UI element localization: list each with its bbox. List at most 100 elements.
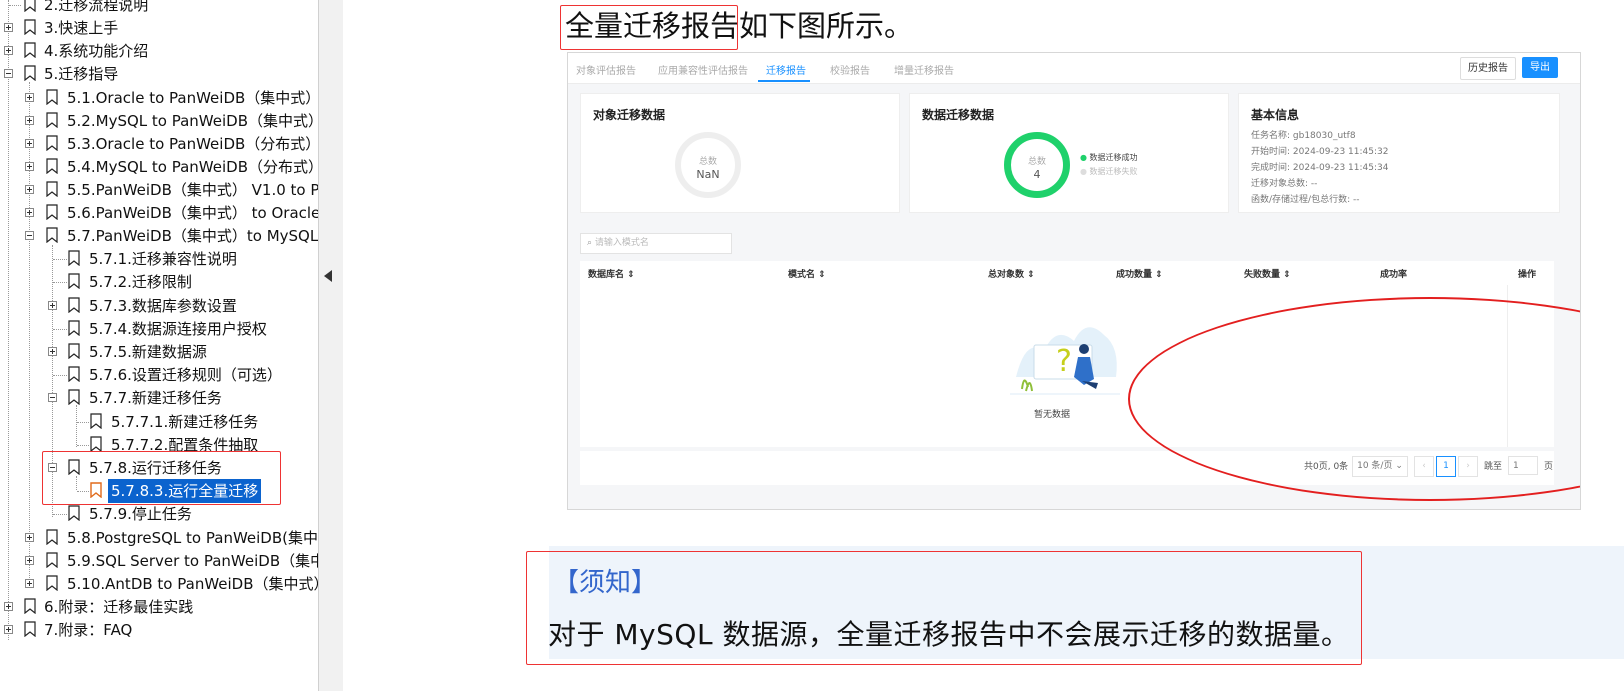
- bookmark-icon: [46, 112, 58, 128]
- column-header[interactable]: 模式名 ⇕: [788, 267, 826, 280]
- bookmark-icon: [24, 19, 36, 35]
- expand-icon[interactable]: [4, 602, 13, 611]
- object-migration-card: 对象迁移数据 总数 NaN: [580, 93, 900, 213]
- bookmark-item[interactable]: 5.7.7.1.新建迁移任务: [0, 410, 318, 434]
- expand-icon[interactable]: [25, 185, 34, 194]
- collapse-panel-icon[interactable]: [324, 270, 332, 282]
- bookmark-icon: [68, 389, 80, 405]
- tab-migration-report[interactable]: 迁移报告: [766, 62, 806, 77]
- bookmark-label: 5.7.PanWeiDB（集中式）to MySQL: [67, 227, 318, 245]
- bookmark-item[interactable]: 5.7.7.新建迁移任务: [0, 386, 318, 410]
- bookmark-item[interactable]: 5.7.2.迁移限制: [0, 270, 318, 294]
- bookmark-item[interactable]: 6.附录：迁移最佳实践: [0, 595, 318, 619]
- schema-search-input[interactable]: ⌕ 请输入模式名: [580, 233, 732, 254]
- bookmark-item[interactable]: 5.7.3.数据库参数设置: [0, 294, 318, 318]
- expand-icon[interactable]: [25, 139, 34, 148]
- bookmark-item[interactable]: 2.迁移流程说明: [0, 0, 318, 17]
- bookmark-item[interactable]: 5.8.PostgreSQL to PanWeiDB(集中式): [0, 526, 318, 550]
- object-donut: 总数 NaN: [675, 132, 741, 198]
- column-header[interactable]: 失败数量 ⇕: [1244, 267, 1291, 280]
- bookmark-item[interactable]: 5.10.AntDB to PanWeiDB（集中式）: [0, 572, 318, 596]
- info-line: 开始时间: 2024-09-23 11:45:32: [1251, 147, 1389, 157]
- bookmark-label: 2.迁移流程说明: [44, 0, 149, 14]
- bookmark-item[interactable]: 5.3.Oracle to PanWeiDB（分布式）: [0, 132, 318, 156]
- expand-icon[interactable]: [25, 208, 34, 217]
- expand-icon[interactable]: [25, 556, 34, 565]
- expand-icon[interactable]: [25, 93, 34, 102]
- bookmark-icon: [46, 158, 58, 174]
- info-line: 任务名称: gb18030_utf8: [1251, 131, 1356, 141]
- bookmark-item[interactable]: 3.快速上手: [0, 16, 318, 40]
- bookmark-item[interactable]: 4.系统功能介绍: [0, 39, 318, 63]
- search-placeholder: 请输入模式名: [594, 238, 649, 248]
- expand-icon[interactable]: [25, 579, 34, 588]
- bookmark-label: 5.7.7.1.新建迁移任务: [111, 413, 259, 431]
- bookmark-icon: [68, 366, 80, 382]
- bookmark-label: 5.8.PostgreSQL to PanWeiDB(集中式): [67, 529, 318, 547]
- info-line: 完成时间: 2024-09-23 11:45:34: [1251, 163, 1389, 173]
- bookmark-label: 5.7.5.新建数据源: [89, 343, 207, 361]
- bookmark-label: 5.6.PanWeiDB（集中式） to Oracle: [67, 204, 318, 222]
- tab-incremental-report[interactable]: 增量迁移报告: [894, 62, 954, 77]
- bookmark-icon: [46, 575, 58, 591]
- expand-icon[interactable]: [25, 116, 34, 125]
- report-tabs: 对象评估报告 应用兼容性评估报告 迁移报告 校验报告 增量迁移报告 历史报告 导…: [568, 53, 1580, 84]
- info-line: 迁移对象总数: --: [1251, 179, 1318, 189]
- column-header[interactable]: 成功数量 ⇕: [1116, 267, 1163, 280]
- bookmark-label: 5.迁移指导: [44, 65, 119, 83]
- expand-icon[interactable]: [25, 162, 34, 171]
- bookmark-label: 4.系统功能介绍: [44, 42, 149, 60]
- tab-verify-report[interactable]: 校验报告: [830, 62, 870, 77]
- column-header[interactable]: 数据库名 ⇕: [588, 267, 635, 280]
- bookmark-label: 5.10.AntDB to PanWeiDB（集中式）: [67, 575, 318, 593]
- collapse-icon[interactable]: [4, 69, 13, 78]
- bookmark-label: 5.7.3.数据库参数设置: [89, 297, 237, 315]
- bookmark-item[interactable]: 5.7.1.迁移兼容性说明: [0, 247, 318, 271]
- bookmark-icon: [46, 552, 58, 568]
- bookmark-label: 7.附录：FAQ: [44, 621, 133, 639]
- bookmark-label: 5.9.SQL Server to PanWeiDB（集中式）: [67, 552, 318, 570]
- bookmark-item[interactable]: 5.迁移指导: [0, 62, 318, 86]
- tab-compat-report[interactable]: 应用兼容性评估报告: [658, 62, 748, 77]
- expand-icon[interactable]: [4, 23, 13, 32]
- highlight-box: [526, 551, 1362, 665]
- collapse-icon[interactable]: [48, 393, 57, 402]
- bookmark-item[interactable]: 5.4.MySQL to PanWeiDB（分布式）: [0, 155, 318, 179]
- bookmark-icon: [24, 621, 36, 637]
- bookmark-item[interactable]: 5.1.Oracle to PanWeiDB（集中式）: [0, 86, 318, 110]
- bookmark-item[interactable]: 5.7.6.设置迁移规则（可选）: [0, 363, 318, 387]
- bookmark-item[interactable]: 5.6.PanWeiDB（集中式） to Oracle: [0, 201, 318, 225]
- bookmark-label: 5.7.2.迁移限制: [89, 273, 192, 291]
- column-header[interactable]: 总对象数 ⇕: [988, 267, 1035, 280]
- history-report-button[interactable]: 历史报告: [1460, 57, 1516, 80]
- bookmark-label: 5.1.Oracle to PanWeiDB（集中式）: [67, 89, 318, 107]
- expand-icon[interactable]: [4, 625, 13, 634]
- panel-splitter[interactable]: [318, 0, 344, 691]
- export-button[interactable]: 导出: [1522, 57, 1558, 78]
- expand-icon[interactable]: [48, 301, 57, 310]
- bookmark-item[interactable]: 5.7.PanWeiDB（集中式）to MySQL: [0, 224, 318, 248]
- donut-value: 4: [1033, 168, 1041, 181]
- bookmark-icon: [24, 42, 36, 58]
- column-header: 成功率: [1380, 270, 1408, 280]
- bookmark-item[interactable]: 5.7.9.停止任务: [0, 502, 318, 526]
- bookmark-icon: [68, 505, 80, 521]
- collapse-icon[interactable]: [25, 231, 34, 240]
- expand-icon[interactable]: [4, 46, 13, 55]
- bookmark-item[interactable]: 5.5.PanWeiDB（集中式） V1.0 to PanWeiDB: [0, 178, 318, 202]
- bookmark-item[interactable]: 5.7.5.新建数据源: [0, 340, 318, 364]
- expand-icon[interactable]: [48, 347, 57, 356]
- bookmark-icon: [46, 204, 58, 220]
- donut-value: NaN: [696, 168, 720, 181]
- bookmark-item[interactable]: 5.7.4.数据源连接用户授权: [0, 317, 318, 341]
- tab-object-report[interactable]: 对象评估报告: [576, 62, 636, 77]
- bookmark-label: 5.7.1.迁移兼容性说明: [89, 250, 237, 268]
- bookmark-item[interactable]: 5.2.MySQL to PanWeiDB（集中式）: [0, 109, 318, 133]
- card-title: 数据迁移数据: [922, 108, 995, 122]
- expand-icon[interactable]: [25, 533, 34, 542]
- bookmark-icon: [46, 135, 58, 151]
- bookmark-item[interactable]: 7.附录：FAQ: [0, 618, 318, 642]
- donut-label: 总数: [698, 157, 717, 167]
- bookmark-item[interactable]: 5.9.SQL Server to PanWeiDB（集中式）: [0, 549, 318, 573]
- table-header: 数据库名 ⇕ 模式名 ⇕ 总对象数 ⇕ 成功数量 ⇕ 失败数量 ⇕ 成功率 操作: [580, 261, 1554, 286]
